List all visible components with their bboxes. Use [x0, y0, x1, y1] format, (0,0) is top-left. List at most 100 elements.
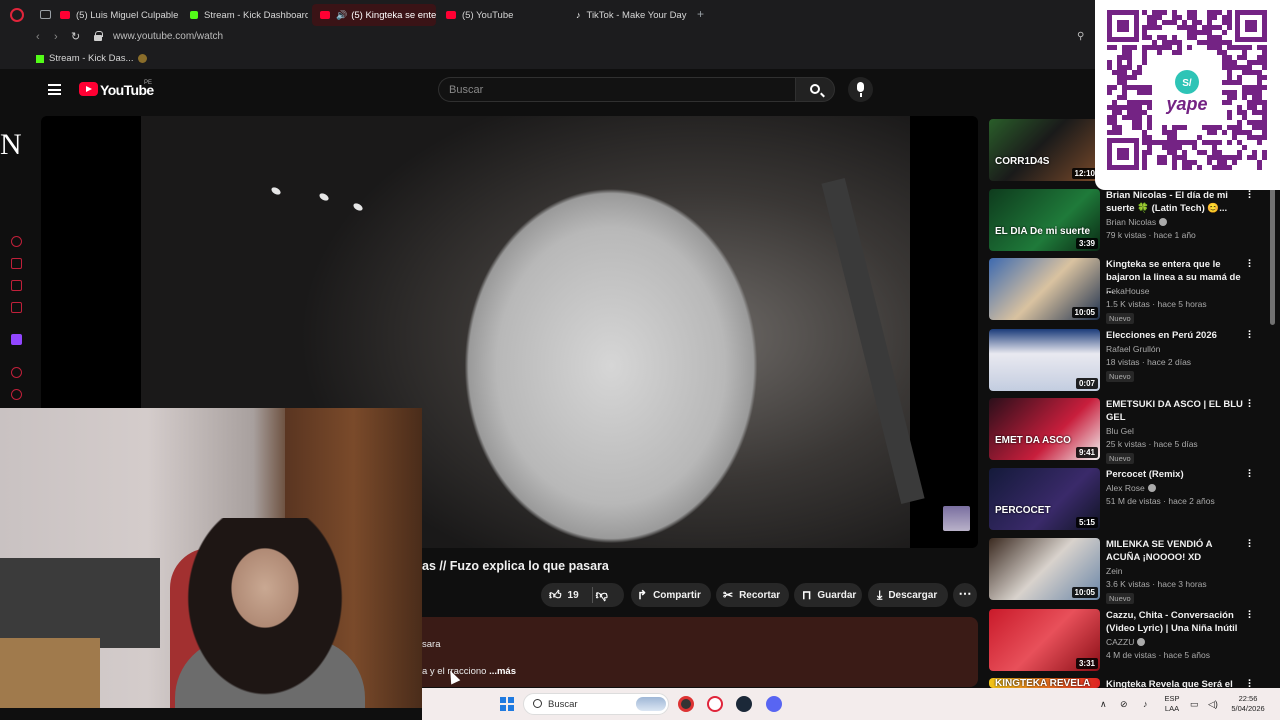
save-button[interactable]: ⊓ Guardar	[794, 583, 862, 607]
tray-mic-icon[interactable]: ♪	[1143, 699, 1148, 709]
tray-chevron-icon[interactable]: ∧	[1100, 699, 1107, 710]
rec-title[interactable]: EMETSUKI DA ASCO | EL BLU GEL	[1106, 398, 1246, 424]
search-input[interactable]	[439, 78, 795, 101]
sidebar-history-icon[interactable]	[11, 236, 22, 247]
tray-display-icon[interactable]: ▭	[1190, 699, 1199, 710]
bookmark-icon: ⊓	[802, 588, 812, 602]
channel-watermark[interactable]	[943, 506, 970, 531]
bookmarks-bar	[0, 49, 1095, 69]
rec-thumbnail[interactable]: 10:05	[989, 258, 1100, 320]
tab-tiktok[interactable]: ♪ TikTok - Make Your Day	[568, 4, 694, 26]
rec-title[interactable]: Elecciones en Perú 2026	[1106, 329, 1246, 342]
show-more-link[interactable]: ...más	[489, 666, 516, 677]
tab-youtube[interactable]: (5) YouTube	[438, 4, 564, 26]
new-tab-button[interactable]: +	[697, 7, 704, 21]
rec-title[interactable]: Brian Nicolas - El día de mi suerte 🍀 (L…	[1106, 189, 1246, 215]
bookmark-extension-icon[interactable]	[138, 54, 147, 63]
sidebar-player-icon[interactable]	[11, 302, 22, 313]
clip-button[interactable]: ✂ Recortar	[716, 583, 789, 607]
qr-module	[1182, 160, 1187, 165]
menu-icon[interactable]	[48, 84, 61, 95]
tab-luis-miguel[interactable]: (5) Luis Miguel Culpable o	[52, 4, 178, 26]
rec-title[interactable]: Percocet (Remix)	[1106, 468, 1246, 481]
qr-module	[1262, 45, 1267, 50]
opera-logo-icon[interactable]	[10, 7, 24, 22]
rec-more-icon[interactable]: · · ·	[1248, 607, 1252, 624]
url-field[interactable]: www.youtube.com/watch	[113, 31, 223, 42]
rec-thumbnail[interactable]: 0:07	[989, 329, 1100, 391]
rec-more-icon[interactable]: · · ·	[1248, 396, 1252, 413]
sidebar-messenger-icon[interactable]	[11, 258, 22, 269]
qr-module	[1162, 45, 1167, 50]
voice-search-button[interactable]	[848, 77, 873, 102]
rec-thumbnail[interactable]: CORR1D4S 12:10	[989, 119, 1100, 181]
sidebar-music-icon[interactable]	[11, 367, 22, 378]
bookmark-kick-dashboard[interactable]: Stream - Kick Das...	[36, 53, 133, 64]
qr-module	[1207, 45, 1212, 50]
tray-network-icon[interactable]: ⊘	[1120, 699, 1128, 710]
forward-icon[interactable]: ›	[54, 31, 58, 43]
sidebar-clock-icon[interactable]	[11, 389, 22, 400]
qr-module	[1127, 60, 1132, 65]
sidebar-twitch-icon[interactable]	[11, 334, 22, 345]
tray-volume-icon[interactable]: ◁)	[1208, 699, 1218, 710]
qr-module	[1172, 15, 1177, 20]
rec-channel[interactable]: FekaHouse	[1106, 286, 1149, 296]
tray-language[interactable]: ESP LAA	[1163, 694, 1181, 714]
rec-channel[interactable]: Brian Nicolas	[1106, 217, 1168, 227]
rec-thumbnail[interactable]: EL DIA De mi suerte 3:39	[989, 189, 1100, 251]
qr-module	[1242, 95, 1247, 100]
weather-widget-icon[interactable]	[636, 697, 666, 711]
rec-channel[interactable]: Zein	[1106, 566, 1123, 576]
share-button[interactable]: ↱ Compartir	[631, 583, 711, 607]
qr-module	[1232, 80, 1237, 85]
rec-more-icon[interactable]: · · ·	[1248, 466, 1252, 483]
qr-module	[1132, 110, 1137, 115]
discord-app-icon[interactable]	[766, 696, 782, 712]
qr-module	[1172, 40, 1177, 45]
rec-thumbnail[interactable]: 3:31	[989, 609, 1100, 671]
tray-clock[interactable]: 22:56 5/04/2026	[1226, 694, 1270, 714]
download-button[interactable]: ⤓ Descargar	[868, 583, 948, 607]
rec-title[interactable]: MILENKA SE VENDIÓ A ACUÑA ¡NOOOO! XD	[1106, 538, 1246, 564]
more-actions-button[interactable]: ⋯	[953, 583, 977, 607]
rec-channel[interactable]: Alex Rose	[1106, 483, 1156, 493]
qr-module	[1127, 115, 1132, 120]
rec-more-icon[interactable]: · · ·	[1248, 187, 1252, 204]
search-button[interactable]	[795, 77, 835, 102]
rec-thumbnail[interactable]: 10:05	[989, 538, 1100, 600]
tab-kingteka[interactable]: 🔊 (5) Kingteka se entera	[312, 4, 436, 26]
speaker-icon[interactable]: 🔊	[336, 10, 347, 21]
qr-module	[1162, 145, 1167, 150]
rec-more-icon[interactable]: · · ·	[1248, 536, 1252, 553]
opera-app-icon[interactable]	[707, 696, 723, 712]
qr-module	[1237, 105, 1242, 110]
scrollbar[interactable]	[1270, 180, 1275, 325]
like-count[interactable]: 19	[568, 590, 579, 601]
reload-icon[interactable]: ↻	[71, 30, 80, 43]
youtube-logo-icon[interactable]	[79, 82, 98, 96]
rec-channel[interactable]: Rafael Grullón	[1106, 344, 1160, 354]
thumbs-down-icon[interactable]: 👎︎	[596, 588, 608, 603]
windows-start-icon[interactable]	[500, 697, 514, 711]
steam-app-icon[interactable]	[736, 696, 752, 712]
youtube-icon	[446, 11, 456, 19]
thumbs-up-icon[interactable]: 👍︎	[549, 588, 562, 603]
rec-channel[interactable]: CAZZU	[1106, 637, 1146, 647]
rec-more-icon[interactable]: · · ·	[1248, 256, 1252, 273]
qr-module	[1227, 110, 1232, 115]
workspace-icon[interactable]	[40, 10, 51, 19]
sidebar-instagram-icon[interactable]	[11, 280, 22, 291]
rec-thumbnail[interactable]: EMET DA ASCO 9:41	[989, 398, 1100, 460]
qr-module	[1172, 140, 1177, 145]
back-icon[interactable]: ‹	[36, 31, 40, 43]
rec-thumbnail[interactable]: KINGTEKA REVELA	[989, 678, 1100, 688]
rec-title[interactable]: Cazzu, Chita - Conversación (Video Lyric…	[1106, 609, 1246, 635]
rec-channel[interactable]: Blu Gel	[1106, 426, 1134, 436]
rec-thumbnail[interactable]: PERCOCET 5:15	[989, 468, 1100, 530]
rec-more-icon[interactable]: · · ·	[1248, 327, 1252, 344]
obs-app-icon[interactable]	[678, 696, 694, 712]
tab-kick-dashboard[interactable]: Stream - Kick Dashboard	[182, 4, 308, 26]
qr-module	[1252, 105, 1257, 110]
pin-icon[interactable]: ⚲	[1077, 31, 1084, 42]
